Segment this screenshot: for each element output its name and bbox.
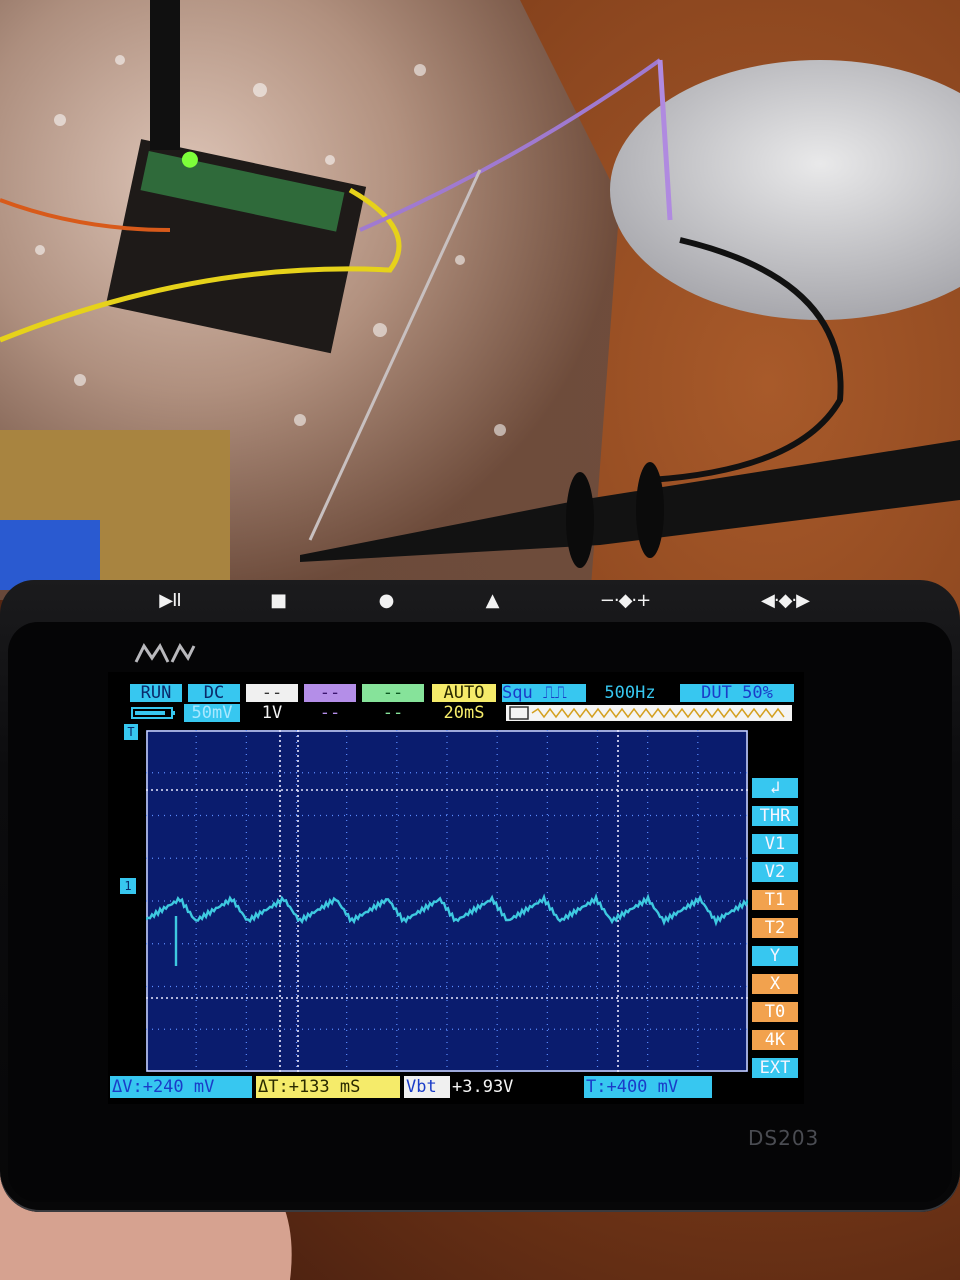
- ch4-mode[interactable]: --: [362, 684, 424, 702]
- trigger-mode[interactable]: AUTO: [432, 684, 496, 702]
- ch2-mode[interactable]: --: [246, 684, 298, 702]
- side-x[interactable]: X: [752, 974, 798, 994]
- vbt-label: Vbt: [404, 1076, 450, 1098]
- side-t2[interactable]: T2: [752, 918, 798, 938]
- lcd-screen: RUN DC -- -- -- AUTO Squ ⎍⎍ 500Hz DUT 50…: [108, 672, 804, 1104]
- memory-overview-bar: [506, 704, 794, 722]
- timebase[interactable]: 20mS: [432, 704, 496, 722]
- side-v1[interactable]: V1: [752, 834, 798, 854]
- trigger-time-marker[interactable]: T: [124, 724, 138, 740]
- waveform-display[interactable]: [146, 730, 748, 1072]
- battery-icon: [130, 704, 178, 722]
- side-trigger-edge[interactable]: ↲: [752, 778, 798, 798]
- ch1-scale[interactable]: 50mV: [184, 704, 240, 722]
- ch3-mode[interactable]: --: [304, 684, 356, 702]
- side-t1[interactable]: T1: [752, 890, 798, 910]
- side-v2[interactable]: V2: [752, 862, 798, 882]
- delta-t-readout[interactable]: ΔT:+133 mS: [256, 1076, 400, 1098]
- play-pause-button[interactable]: ▶II: [150, 586, 190, 614]
- mini-logo-icon: [134, 643, 196, 663]
- side-y[interactable]: Y: [752, 946, 798, 966]
- ch2-scale[interactable]: 1V: [246, 704, 298, 722]
- ch3-scale[interactable]: --: [304, 704, 356, 722]
- battery-voltage: +3.93V: [452, 1077, 514, 1097]
- wave-type: Squ: [502, 684, 533, 702]
- ch1-level-marker[interactable]: 1: [120, 878, 136, 894]
- stop-button[interactable]: ■: [258, 586, 298, 614]
- circle-button[interactable]: ●: [366, 586, 406, 614]
- square-wave-icon: ⎍⎍: [542, 684, 567, 702]
- model-label: DS203: [748, 1126, 820, 1150]
- output-wave[interactable]: Squ ⎍⎍: [502, 684, 586, 702]
- usb-cable: [150, 0, 180, 150]
- run-status[interactable]: RUN: [130, 684, 182, 702]
- side-4k[interactable]: 4K: [752, 1030, 798, 1050]
- grid-and-trace: [146, 730, 748, 1072]
- delta-v-readout[interactable]: ΔV:+240 mV: [110, 1076, 252, 1098]
- left-right-rocker[interactable]: ◀·◆·▶: [740, 586, 830, 614]
- hardware-buttons: ▶II ■ ● ▲ −·◆·+ ◀·◆·▶: [0, 580, 960, 620]
- minus-plus-rocker[interactable]: −·◆·+: [580, 586, 670, 614]
- triangle-button[interactable]: ▲: [472, 586, 512, 614]
- measurement-bar: ΔV:+240 mV ΔT:+133 mS Vbt +3.93V T:+400 …: [108, 1076, 804, 1100]
- ch1-coupling[interactable]: DC: [188, 684, 240, 702]
- ch4-scale[interactable]: --: [362, 704, 424, 722]
- output-frequency[interactable]: 500Hz: [592, 684, 668, 702]
- side-t0[interactable]: T0: [752, 1002, 798, 1022]
- side-ext[interactable]: EXT: [752, 1058, 798, 1078]
- duty-cycle[interactable]: DUT 50%: [680, 684, 794, 702]
- side-thr[interactable]: THR: [752, 806, 798, 826]
- trigger-level-readout[interactable]: T:+400 mV: [584, 1076, 712, 1098]
